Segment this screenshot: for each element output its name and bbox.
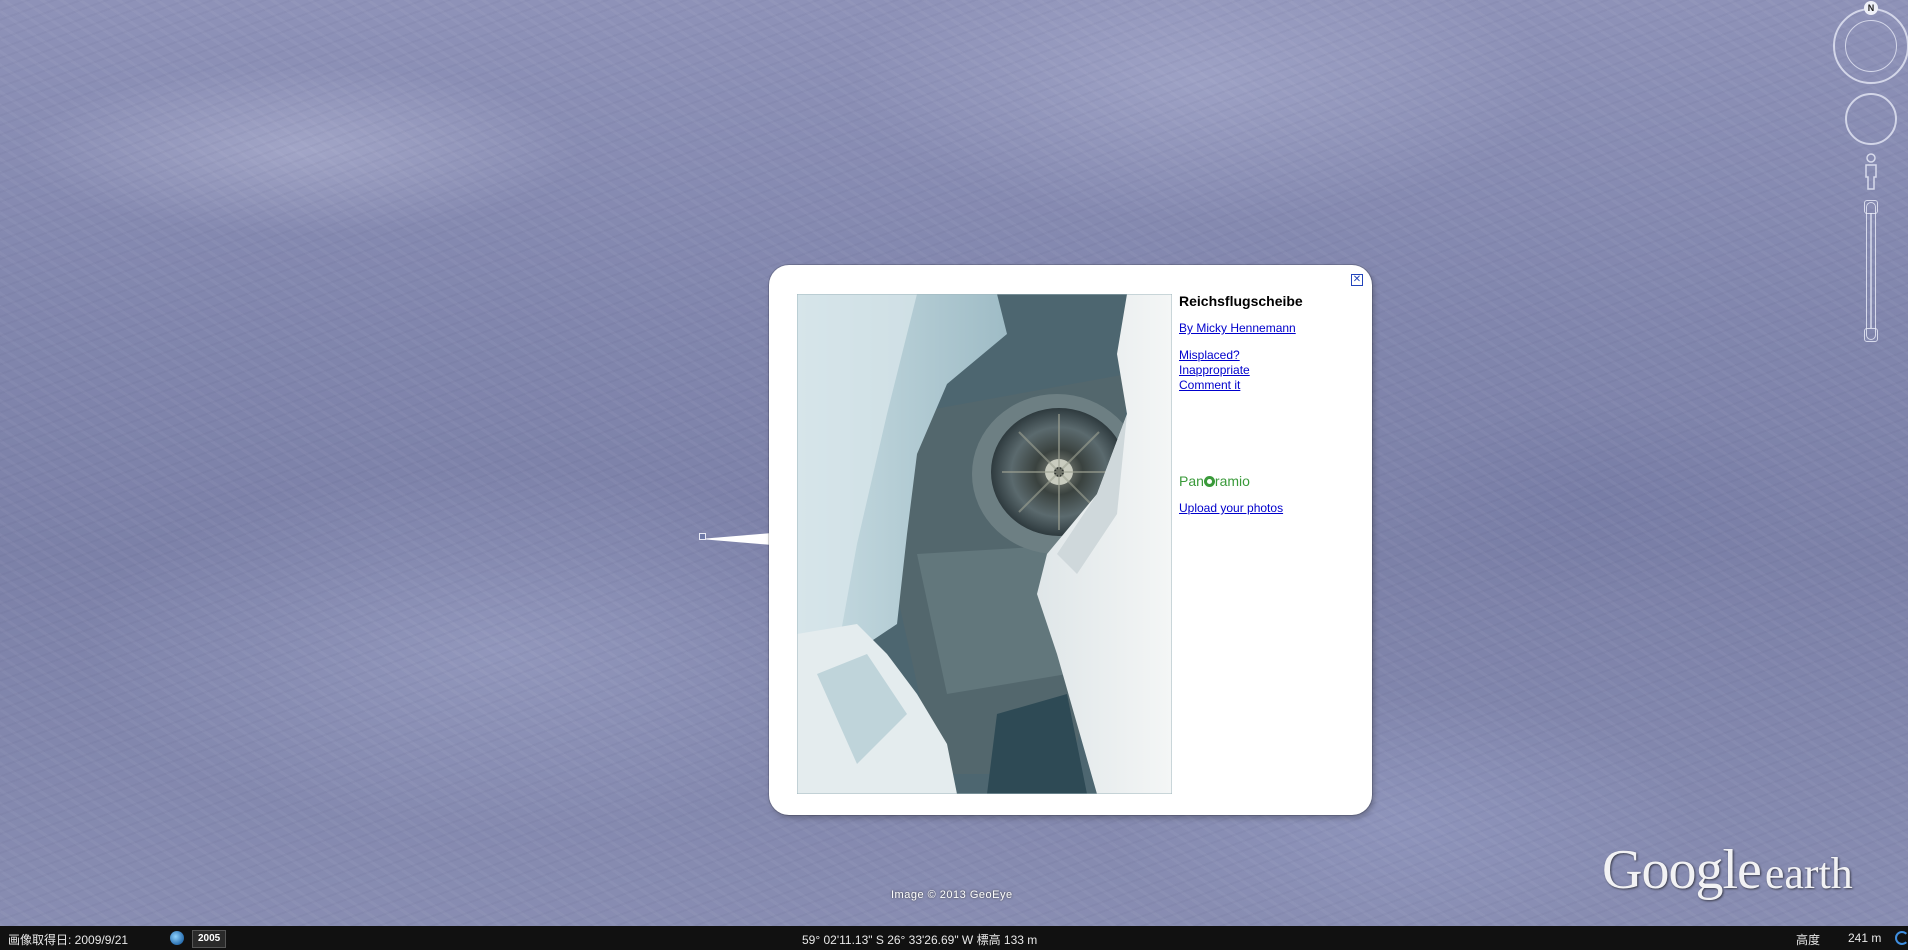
author-link[interactable]: By Micky Hennemann: [1179, 321, 1359, 336]
balloon-info: Reichsflugscheibe By Micky Hennemann Mis…: [1179, 293, 1359, 516]
logo-google: Google: [1602, 839, 1762, 901]
altitude-label: 高度: [1796, 933, 1821, 947]
close-icon[interactable]: ✕: [1351, 274, 1363, 286]
panoramio-logo-icon: [1203, 476, 1215, 487]
altitude-value: 241 m: [1848, 931, 1882, 945]
move-joystick[interactable]: [1845, 93, 1897, 145]
streaming-indicator-icon: [1895, 931, 1908, 945]
logo-earth: earth: [1764, 849, 1853, 898]
imagery-date: 画像取得日: 2009/9/21: [8, 933, 129, 947]
photo-title: Reichsflugscheibe: [1179, 293, 1303, 309]
street-view-pegman-icon[interactable]: [1862, 153, 1880, 191]
imagery-credit: Image © 2013 GeoEye: [891, 889, 1013, 901]
inappropriate-link[interactable]: Inappropriate: [1179, 363, 1359, 378]
placemark-icon[interactable]: [699, 533, 706, 540]
balloon-photo[interactable]: [797, 294, 1172, 794]
comment-link[interactable]: Comment it: [1179, 378, 1359, 393]
misplaced-link[interactable]: Misplaced?: [1179, 348, 1359, 363]
status-bar: 画像取得日: 2009/9/21 2005 59° 02'11.13" S 26…: [0, 926, 1908, 950]
cursor-coordinates: 59° 02'11.13" S 26° 33'26.69" W 標高 133 m: [802, 933, 1038, 947]
panoramio-logo[interactable]: Pan ramio: [1179, 473, 1359, 491]
balloon-pointer: [700, 533, 772, 545]
logo-text-before: Pan: [1179, 473, 1204, 489]
look-joystick[interactable]: [1845, 20, 1897, 72]
ice-crevasse-photo: [797, 294, 1172, 794]
logo-text-after: ramio: [1214, 473, 1250, 489]
info-balloon: ✕ Reichsflugscheibe By Micky Hennemann M…: [769, 265, 1372, 815]
zoom-out-icon[interactable]: [1864, 328, 1878, 342]
google-earth-logo: Googleearth: [1602, 838, 1853, 902]
historical-year-badge[interactable]: 2005: [192, 930, 227, 948]
upload-photos-link[interactable]: Upload your photos: [1179, 501, 1359, 516]
north-indicator[interactable]: N: [1864, 1, 1878, 15]
historical-imagery-icon[interactable]: [170, 931, 184, 945]
zoom-slider[interactable]: [1866, 202, 1876, 340]
